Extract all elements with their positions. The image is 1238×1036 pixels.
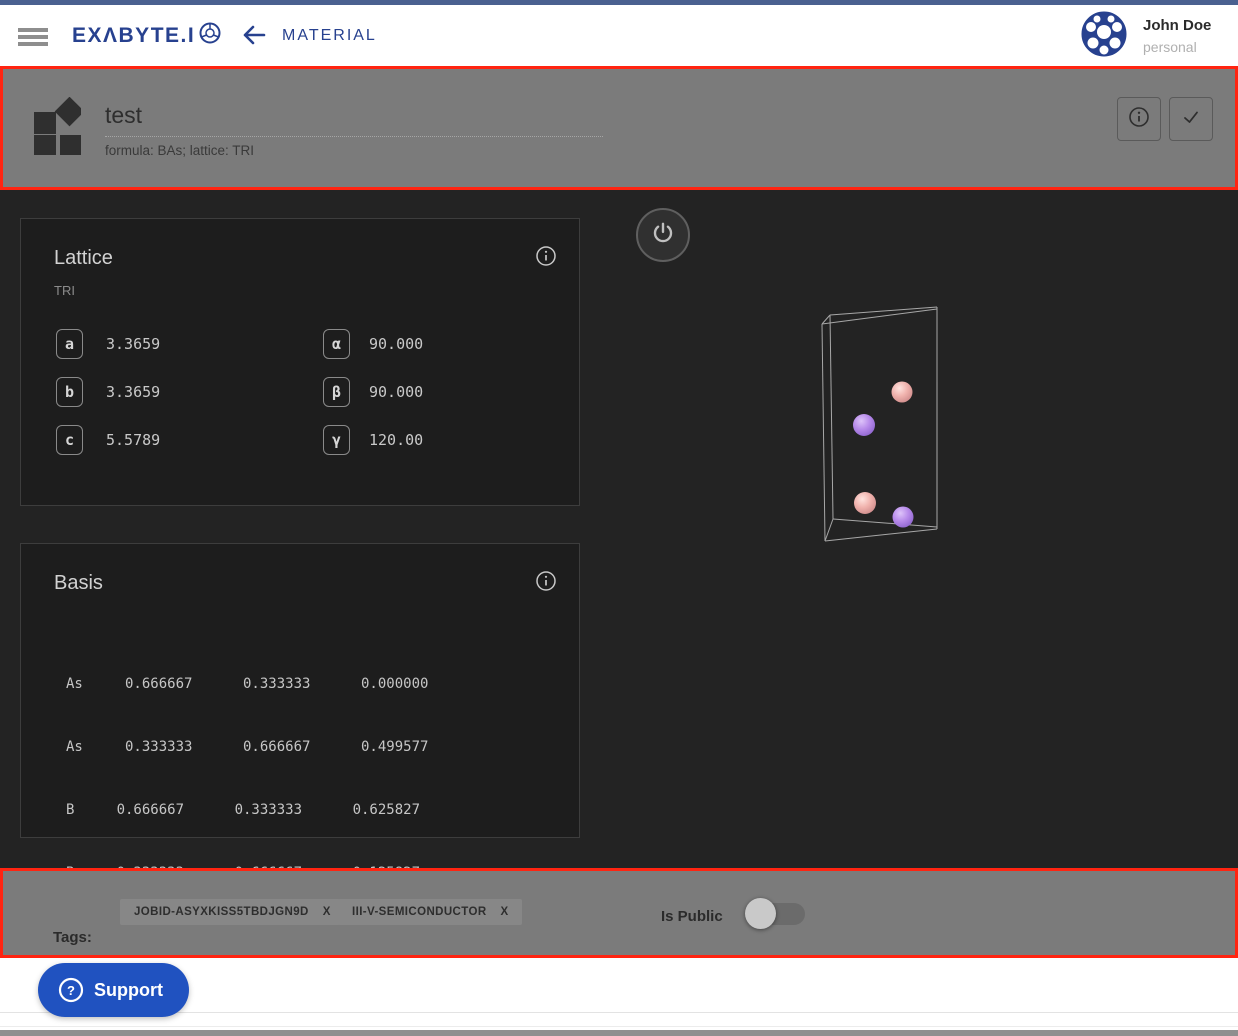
basis-card: Basis As 0.666667 0.333333 0.000000 As 0… xyxy=(20,543,580,838)
unit-cell-wireframe xyxy=(822,307,937,541)
topbar: EXΛBYTE.I MATERIAL xyxy=(0,5,1238,66)
toggle-knob[interactable] xyxy=(745,898,776,929)
material-header-section: test formula: BAs; lattice: TRI xyxy=(0,66,1238,190)
lattice-c-label: c xyxy=(56,425,83,455)
lattice-card: Lattice TRI a 3.3659 b 3.3659 c 5.5789 α… xyxy=(20,218,580,506)
lattice-info-icon[interactable] xyxy=(535,245,557,267)
lattice-b-value[interactable]: 3.3659 xyxy=(106,383,160,401)
breadcrumb-material: MATERIAL xyxy=(282,27,377,45)
check-icon xyxy=(1180,106,1202,133)
user-avatar[interactable] xyxy=(1081,11,1127,57)
info-icon xyxy=(1128,106,1150,133)
tag-chip[interactable]: JOBID-ASYXKISS5TBDJGN9D X xyxy=(120,899,344,925)
footer: ? Support xyxy=(0,958,1238,1036)
tags-label: Tags: xyxy=(53,929,92,946)
power-icon xyxy=(650,220,676,251)
main-content: Lattice TRI a 3.3659 b 3.3659 c 5.5789 α… xyxy=(0,190,1238,868)
material-formula-subtitle: formula: BAs; lattice: TRI xyxy=(105,137,603,158)
basis-row: As 0.666667 0.333333 0.000000 xyxy=(66,674,428,695)
material-name-input[interactable]: test xyxy=(105,102,603,137)
atom-b-sphere[interactable] xyxy=(853,414,875,436)
tag-chip[interactable]: III-V-SEMICONDUCTOR X xyxy=(338,899,522,925)
tags-section: Tags: JOBID-ASYXKISS5TBDJGN9D X III-V-SE… xyxy=(0,868,1238,958)
is-public-toggle[interactable] xyxy=(747,903,805,925)
lattice-alpha-label: α xyxy=(323,329,350,359)
material-squares-icon xyxy=(27,97,81,155)
is-public-label: Is Public xyxy=(661,908,723,925)
user-account: personal xyxy=(1143,39,1197,55)
exabyte-logo[interactable]: EXΛBYTE.I xyxy=(72,22,221,49)
basis-row: As 0.333333 0.666667 0.499577 xyxy=(66,737,428,758)
viewer-power-button[interactable] xyxy=(636,208,690,262)
info-button[interactable] xyxy=(1117,97,1161,141)
svg-text:?: ? xyxy=(67,983,75,998)
lattice-gamma-value[interactable]: 120.00 xyxy=(369,431,423,449)
basis-row: B 0.666667 0.333333 0.625827 xyxy=(66,800,428,821)
lattice-a-value[interactable]: 3.3659 xyxy=(106,335,160,353)
tag-chip-label: JOBID-ASYXKISS5TBDJGN9D xyxy=(134,906,309,918)
lattice-beta-value[interactable]: 90.000 xyxy=(369,383,423,401)
lattice-title: Lattice xyxy=(54,247,113,270)
basis-title: Basis xyxy=(54,572,103,595)
tag-remove-icon[interactable]: X xyxy=(501,906,509,918)
back-arrow-icon[interactable] xyxy=(240,21,268,49)
logo-text: EXΛBYTE.I xyxy=(72,24,195,48)
tag-remove-icon[interactable]: X xyxy=(323,906,331,918)
crystal-viewer[interactable] xyxy=(600,190,1238,868)
support-button[interactable]: ? Support xyxy=(38,963,189,1017)
basis-info-icon[interactable] xyxy=(535,570,557,592)
buckyball-icon xyxy=(199,22,221,49)
hamburger-menu-icon[interactable] xyxy=(18,28,48,46)
lattice-b-label: b xyxy=(56,377,83,407)
material-title-block: test formula: BAs; lattice: TRI xyxy=(105,102,603,158)
user-name: John Doe xyxy=(1143,17,1211,34)
lattice-c-value[interactable]: 5.5789 xyxy=(106,431,160,449)
lattice-type: TRI xyxy=(54,283,75,298)
footer-divider xyxy=(0,1012,1238,1013)
atom-b-sphere[interactable] xyxy=(893,507,914,528)
footer-divider xyxy=(0,1026,1238,1027)
save-check-button[interactable] xyxy=(1169,97,1213,141)
lattice-alpha-value[interactable]: 90.000 xyxy=(369,335,423,353)
bottom-scrollbar-strip[interactable] xyxy=(0,1030,1238,1036)
lattice-beta-label: β xyxy=(323,377,350,407)
tag-chip-label: III-V-SEMICONDUCTOR xyxy=(352,906,487,918)
support-label: Support xyxy=(94,980,163,1001)
atom-as-sphere[interactable] xyxy=(854,492,876,514)
lattice-a-label: a xyxy=(56,329,83,359)
lattice-gamma-label: γ xyxy=(323,425,350,455)
atom-as-sphere[interactable] xyxy=(892,382,913,403)
question-icon: ? xyxy=(58,977,84,1003)
